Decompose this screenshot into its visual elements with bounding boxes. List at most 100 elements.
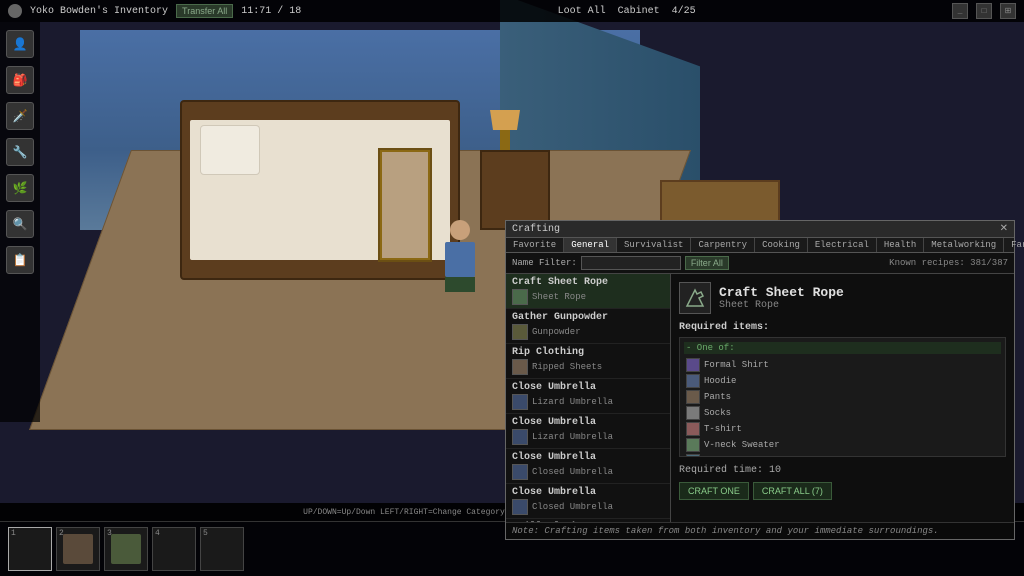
- detail-header: Craft Sheet Rope Sheet Rope: [679, 282, 1006, 314]
- req-item-socks: Socks: [684, 405, 1001, 421]
- top-bar-right: _ □ ⊞: [952, 3, 1016, 19]
- sidebar-icon-character[interactable]: 👤: [6, 30, 34, 58]
- hotbar-slot-4[interactable]: 4: [152, 527, 196, 571]
- craft-item-close-umbrella-4[interactable]: Close Umbrella Closed Umbrella: [506, 484, 670, 519]
- sidebar-icon-tools[interactable]: 🔧: [6, 138, 34, 166]
- req-item-tshirt: T-shirt: [684, 421, 1001, 437]
- craft-one-button[interactable]: CRAFT ONE: [679, 482, 749, 500]
- inventory-title: Yoko Bowden's Inventory: [30, 6, 168, 17]
- char-legs: [445, 277, 475, 292]
- crafting-panel: Crafting ✕ Favorite General Survivalist …: [505, 220, 1015, 540]
- craft-item-sub: Ripped Sheets: [512, 359, 664, 375]
- tab-electrical[interactable]: Electrical: [808, 238, 877, 252]
- cabinet-count: 4/25: [672, 6, 696, 17]
- tshirt-icon: [686, 422, 700, 436]
- crafting-tabs: Favorite General Survivalist Carpentry C…: [506, 238, 1014, 253]
- socks-icon: [686, 406, 700, 420]
- ripped-sheets-icon: [512, 359, 528, 375]
- sidebar-icon-weapons[interactable]: 🗡️: [6, 102, 34, 130]
- gunpowder-icon: [512, 324, 528, 340]
- fullscreen-icon[interactable]: ⊞: [1000, 3, 1016, 19]
- req-item-vneck-sweater: V-neck Sweater: [684, 437, 1001, 453]
- craft-note: Note: Crafting items taken from both inv…: [506, 522, 1014, 539]
- crafting-body: Craft Sheet Rope Sheet Rope Gather Gunpo…: [506, 274, 1014, 522]
- hotbar-item-2: [63, 534, 93, 564]
- hotbar-slot-1[interactable]: 1: [8, 527, 52, 571]
- time-display: 11:71 / 18: [241, 6, 301, 17]
- sidebar-icon-nature[interactable]: 🌿: [6, 174, 34, 202]
- craft-all-button[interactable]: CRAFT ALL (7): [753, 482, 832, 500]
- tab-carpentry[interactable]: Carpentry: [691, 238, 755, 252]
- door: [380, 150, 430, 260]
- lamp-base: [500, 130, 510, 150]
- hotbar-slot-3[interactable]: 3: [104, 527, 148, 571]
- hotbar-slot-5[interactable]: 5: [200, 527, 244, 571]
- tab-health[interactable]: Health: [877, 238, 924, 252]
- craft-item-rip-clothing[interactable]: Rip Clothing Ripped Sheets: [506, 344, 670, 379]
- craft-list: Craft Sheet Rope Sheet Rope Gather Gunpo…: [506, 274, 671, 522]
- sidebar-icon-inventory[interactable]: 🎒: [6, 66, 34, 94]
- hotbar-num-5: 5: [203, 529, 208, 538]
- panel-title-bar: Crafting ✕: [506, 221, 1014, 238]
- craft-item-name: Close Umbrella: [512, 382, 664, 393]
- sheet-rope-icon: [512, 289, 528, 305]
- hotbar-num-1: 1: [11, 529, 16, 538]
- lamp-shade: [490, 110, 520, 130]
- nightstand: [480, 150, 550, 230]
- top-bar-center: Loot All Cabinet 4/25: [558, 6, 696, 17]
- minimize-icon[interactable]: _: [952, 3, 968, 19]
- tab-cooking[interactable]: Cooking: [755, 238, 808, 252]
- craft-item-close-umbrella-2[interactable]: Close Umbrella Lizard Umbrella: [506, 414, 670, 449]
- hotbar-num-4: 4: [155, 529, 160, 538]
- req-item-pants: Pants: [684, 389, 1001, 405]
- detail-craft-icon: [679, 282, 711, 314]
- craft-item-name: Rip Clothing: [512, 347, 664, 358]
- tab-farming[interactable]: Farming: [1004, 238, 1024, 252]
- hotbar-slot-2[interactable]: 2: [56, 527, 100, 571]
- detail-titles: Craft Sheet Rope Sheet Rope: [719, 285, 844, 311]
- craft-item-name: Close Umbrella: [512, 452, 664, 463]
- detail-subtitle: Sheet Rope: [719, 300, 844, 311]
- craft-item-name: Close Umbrella: [512, 487, 664, 498]
- craft-item-sub: Lizard Umbrella: [512, 394, 664, 410]
- req-item-formal-shirt: Formal Shirt: [684, 357, 1001, 373]
- craft-item-sub: Gunpowder: [512, 324, 664, 340]
- tab-metalworking[interactable]: Metalworking: [924, 238, 1004, 252]
- known-recipes-count: Known recipes: 381/387: [889, 258, 1008, 268]
- hotbar-item-3: [111, 534, 141, 564]
- craft-item-sub: Closed Umbrella: [512, 464, 664, 480]
- loot-all-label: Loot All: [558, 6, 606, 17]
- hotbar-num-3: 3: [107, 529, 112, 538]
- formal-shirt-icon: [686, 358, 700, 372]
- hotbar-num-2: 2: [59, 529, 64, 538]
- req-item-hoodie: Hoodie: [684, 373, 1001, 389]
- char-head: [450, 220, 470, 240]
- name-filter-input[interactable]: [581, 256, 681, 270]
- filter-all-button[interactable]: Filter All: [685, 256, 729, 270]
- tab-general[interactable]: General: [564, 238, 617, 252]
- craft-item-name: Gather Gunpowder: [512, 312, 664, 323]
- pants-icon: [686, 390, 700, 404]
- umbrella-icon-3: [512, 464, 528, 480]
- sidebar-icon-notes[interactable]: 📋: [6, 246, 34, 274]
- filter-label: Name Filter:: [512, 258, 577, 268]
- close-icon[interactable]: ✕: [1000, 223, 1008, 235]
- umbrella-icon-4: [512, 499, 528, 515]
- craft-item-close-umbrella-1[interactable]: Close Umbrella Lizard Umbrella: [506, 379, 670, 414]
- craft-buttons: CRAFT ONE CRAFT ALL (7): [679, 482, 1006, 500]
- craft-item-sub: Lizard Umbrella: [512, 429, 664, 445]
- tab-survivalist[interactable]: Survivalist: [617, 238, 691, 252]
- sidebar-icon-search[interactable]: 🔍: [6, 210, 34, 238]
- craft-item-sub: Closed Umbrella: [512, 499, 664, 515]
- tab-favorite[interactable]: Favorite: [506, 238, 564, 252]
- craft-item-close-umbrella-3[interactable]: Close Umbrella Closed Umbrella: [506, 449, 670, 484]
- player-icon: [8, 4, 22, 18]
- transfer-all-button[interactable]: Transfer All: [176, 4, 233, 18]
- craft-item-sheet-rope[interactable]: Craft Sheet Rope Sheet Rope: [506, 274, 670, 309]
- craft-item-gunpowder[interactable]: Gather Gunpowder Gunpowder: [506, 309, 670, 344]
- required-time: Required time: 10: [679, 465, 1006, 476]
- maximize-icon[interactable]: □: [976, 3, 992, 19]
- top-bar: Yoko Bowden's Inventory Transfer All 11:…: [0, 0, 1024, 22]
- req-item-air-force-coveralls: Air Force Coveralls: [684, 453, 1001, 457]
- vneck-sweater-icon: [686, 438, 700, 452]
